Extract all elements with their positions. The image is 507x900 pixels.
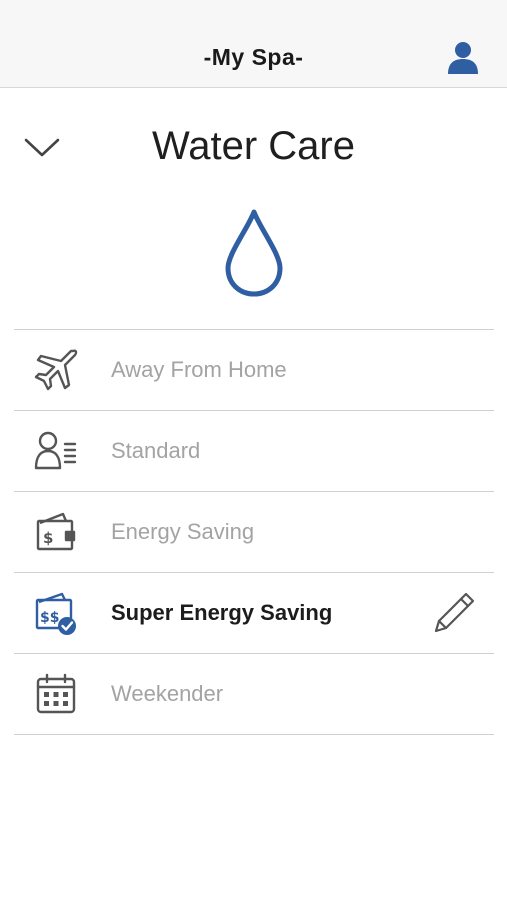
mode-label: Standard (111, 438, 201, 463)
money-check-icon: $$ (35, 592, 76, 635)
top-bar: -My Spa- (0, 0, 507, 88)
mode-label: Energy Saving (111, 519, 255, 544)
calendar-icon (36, 673, 76, 714)
airplane-icon (34, 349, 78, 391)
svg-text:$: $ (43, 529, 53, 547)
mode-away-from-home[interactable]: Away From Home (14, 330, 494, 411)
svg-text:$$: $$ (40, 610, 59, 626)
pencil-icon (434, 592, 475, 633)
mode-weekender[interactable]: Weekender (14, 654, 494, 735)
section-title: Water Care (151, 124, 355, 168)
mode-energy-saving[interactable]: $ Energy Saving (14, 492, 494, 573)
mode-standard[interactable]: Standard (14, 411, 494, 492)
person-list-icon (34, 431, 77, 470)
wallet-dollar-icon: $ (36, 512, 76, 551)
edit-button[interactable] (430, 589, 478, 637)
person-icon (448, 42, 478, 74)
profile-button[interactable] (444, 38, 482, 76)
mode-label: Weekender (111, 681, 224, 706)
mode-label: Away From Home (111, 357, 287, 382)
mode-super-energy-saving[interactable]: $$ Super Energy Saving (14, 573, 494, 654)
water-care-screen: -My Spa- Water Care Away From Home Stand… (0, 0, 507, 900)
water-care-mode-list: Away From Home Standard $ Energy Saving … (14, 329, 494, 735)
header-title: -My Spa- (203, 44, 304, 70)
water-drop-icon (225, 209, 283, 297)
mode-label: Super Energy Saving (111, 600, 333, 625)
